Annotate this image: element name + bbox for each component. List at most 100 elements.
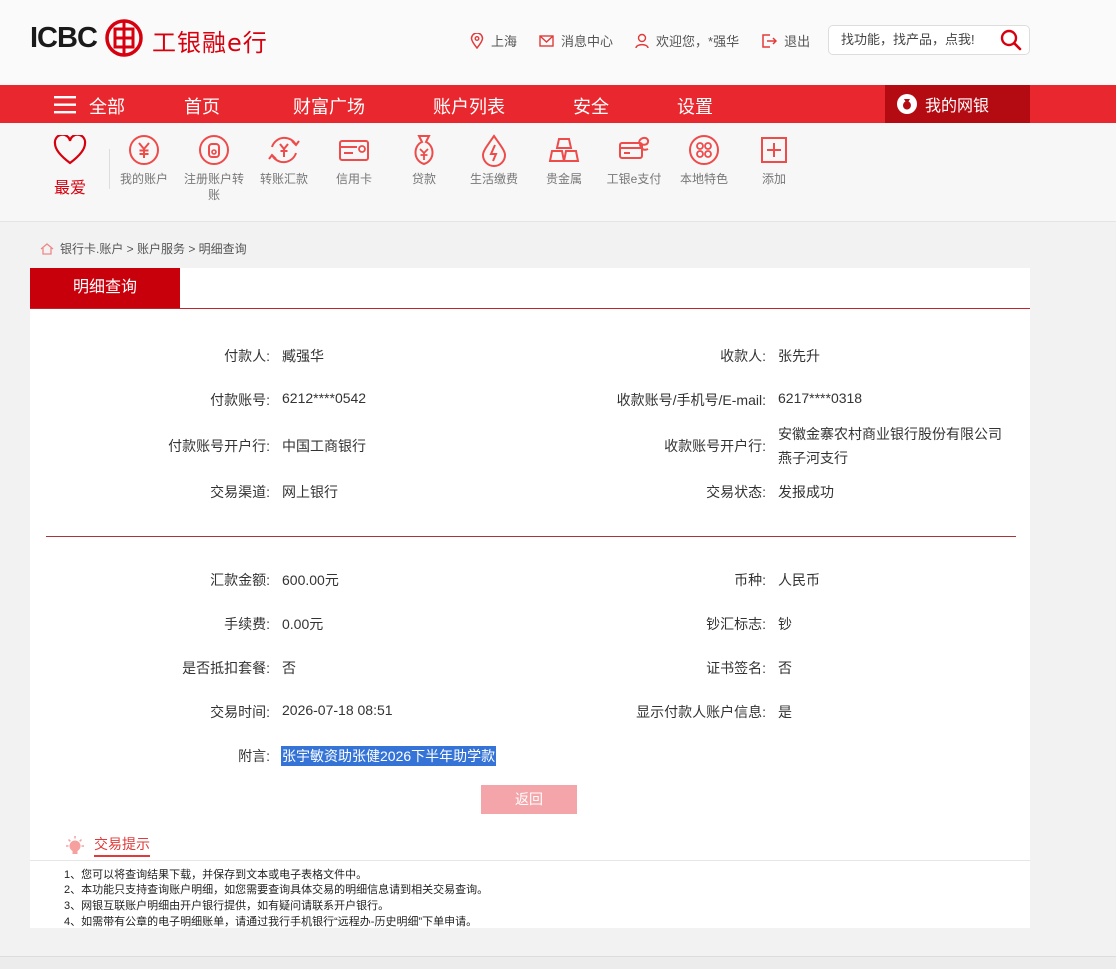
quick-registered-transfer[interactable]: 注册账户转账 [179, 133, 249, 203]
remark-label: 附言: [238, 748, 270, 764]
remark-value[interactable]: 张宇敏资助张健2026下半年助学款 [281, 746, 497, 766]
quick-credit-card[interactable]: 信用卡 [319, 133, 389, 187]
payer-label: 付款人: [224, 348, 270, 364]
menu-icon[interactable] [54, 96, 76, 114]
search-input[interactable] [839, 31, 993, 48]
currency-value: 人民币 [778, 572, 820, 588]
quick-add[interactable]: 添加 [739, 133, 809, 187]
user-icon [635, 33, 649, 48]
back-button[interactable]: 返回 [481, 785, 577, 814]
detail-panel: 明细查询 臧强华 收款人: 张先升 付款账号: 6212****0542 收款账… [30, 268, 1030, 820]
favorites-label: 最爱 [53, 180, 86, 197]
quick-label: 本地特色 [679, 172, 728, 186]
show-payer-value: 是 [778, 704, 792, 720]
nav-home[interactable]: 首页 [184, 93, 220, 119]
tip-line: 1、您可以将查询结果下载，并保存到文本或电子表格文件中。 [64, 869, 368, 881]
tips-title: 交易提示 [94, 834, 150, 857]
add-icon [761, 137, 787, 163]
nav-security[interactable]: 安全 [573, 93, 609, 119]
tab-strip: 明细查询 [30, 268, 1030, 309]
quick-utility-payment[interactable]: 生活缴费 [459, 133, 529, 187]
favorites[interactable]: 最爱 [50, 133, 90, 198]
payee-value: 张先升 [778, 348, 820, 364]
show-payer-label: 显示付款人账户信息: [636, 704, 766, 720]
payer-account-label: 付款账号: [210, 392, 270, 408]
quick-label: 转账汇款 [259, 172, 308, 186]
breadcrumb: 银行卡.账户 > 账户服务 > 明细查询 [40, 240, 247, 257]
package-label: 是否抵扣套餐: [182, 660, 270, 676]
transaction-tips: 交易提示 1、您可以将查询结果下载，并保存到文本或电子表格文件中。 2、本功能只… [30, 820, 1030, 928]
payee-bank-line2: 燕子河支行 [778, 450, 848, 466]
channel-label: 交易渠道: [210, 484, 270, 500]
quick-loan[interactable]: 贷款 [389, 133, 459, 187]
tab-detail-query[interactable]: 明细查询 [30, 268, 180, 308]
fee-value: 0.00元 [282, 616, 324, 632]
quick-transfer-remit[interactable]: 转账汇款 [249, 133, 319, 187]
quick-label: 我的账户 [119, 172, 168, 186]
breadcrumb-text[interactable]: 银行卡.账户 > 账户服务 > 明细查询 [60, 240, 247, 257]
status-label: 交易状态: [706, 484, 766, 500]
location-pin-icon [470, 32, 484, 49]
quick-my-account[interactable]: 我的账户 [109, 133, 179, 187]
package-value: 否 [282, 660, 296, 676]
cash-flag-value: 钞 [778, 616, 792, 632]
tips-divider [30, 860, 1030, 861]
search-icon[interactable] [1000, 29, 1022, 51]
amount-label: 汇款金额: [210, 572, 270, 588]
quick-label: 生活缴费 [469, 172, 518, 186]
nav-settings[interactable]: 设置 [677, 93, 713, 119]
quick-label: 贵金属 [545, 172, 582, 186]
location-link[interactable]: 上海 [470, 31, 517, 50]
epay-icon [619, 136, 650, 159]
main-nav: 全部 首页 财富广场 账户列表 安全 设置 我的网银 [0, 85, 1116, 123]
local-icon [689, 135, 719, 165]
section-divider [46, 536, 1016, 537]
welcome-user[interactable]: 欢迎您，*强华 [635, 31, 739, 50]
mail-icon [539, 34, 554, 47]
logo-text: ICBC [30, 22, 98, 54]
credit-card-icon [339, 140, 369, 161]
money-bag-icon [414, 135, 434, 166]
payee-bank-line1: 安徽金寨农村商业银行股份有限公司 [778, 426, 1002, 442]
payer-bank-value: 中国工商银行 [282, 438, 366, 454]
logout-link[interactable]: 退出 [761, 31, 810, 50]
location-label: 上海 [491, 34, 518, 49]
channel-value: 网上银行 [282, 484, 338, 500]
tip-line: 4、如需带有公章的电子明细账单，请通过我行手机银行“远程办-历史明细”下单申请。 [64, 916, 478, 928]
money-bag-icon [897, 94, 917, 114]
lightbulb-icon [66, 835, 84, 854]
quick-label: 工银e支付 [606, 172, 662, 186]
payee-account-label: 收款账号/手机号/E-mail: [616, 392, 766, 408]
welcome-label: 欢迎您，*强华 [656, 34, 740, 49]
tips-header: 交易提示 [64, 834, 150, 857]
my-ebank-button[interactable]: 我的网银 [885, 85, 1030, 123]
bottom-strip [0, 956, 1116, 969]
quick-access-bar: 最爱 我的账户 注册账户转账 转账汇款 信用卡 贷款 生活缴费 贵金属 工银e支… [0, 123, 1116, 222]
status-value: 发报成功 [778, 484, 834, 500]
quick-label: 贷款 [411, 172, 436, 186]
my-ebank-inner: 我的网银 [897, 91, 1007, 117]
quick-label: 信用卡 [335, 172, 372, 186]
message-center-link[interactable]: 消息中心 [539, 31, 613, 50]
fee-label: 手续费: [224, 616, 270, 632]
nav-all[interactable]: 全部 [89, 93, 125, 119]
quick-epay[interactable]: 工银e支付 [599, 133, 669, 187]
quick-local-feature[interactable]: 本地特色 [669, 133, 739, 187]
currency-label: 币种: [734, 572, 766, 588]
nav-account-list[interactable]: 账户列表 [433, 93, 505, 119]
logout-label: 退出 [784, 34, 811, 49]
quick-precious-metal[interactable]: 贵金属 [529, 133, 599, 187]
quick-label: 添加 [761, 172, 786, 186]
logout-icon [762, 33, 778, 48]
home-icon[interactable] [40, 242, 54, 255]
cert-sign-value: 否 [778, 660, 792, 676]
my-ebank-label: 我的网银 [925, 98, 990, 115]
payer-bank-label: 付款账号开户行: [168, 438, 270, 454]
time-value: 2026-07-18 08:51 [282, 702, 393, 718]
nav-wealth-square[interactable]: 财富广场 [293, 93, 365, 119]
search-box [828, 25, 1030, 55]
payer-account-value: 6212****0542 [282, 390, 367, 406]
message-center-label: 消息中心 [561, 34, 614, 49]
top-links: 上海 消息中心 欢迎您，*强华 退出 [470, 31, 832, 50]
tip-line: 2、本功能只支持查询账户明细，如您需要查询具体交易的明细信息请到相关交易查询。 [64, 884, 489, 896]
